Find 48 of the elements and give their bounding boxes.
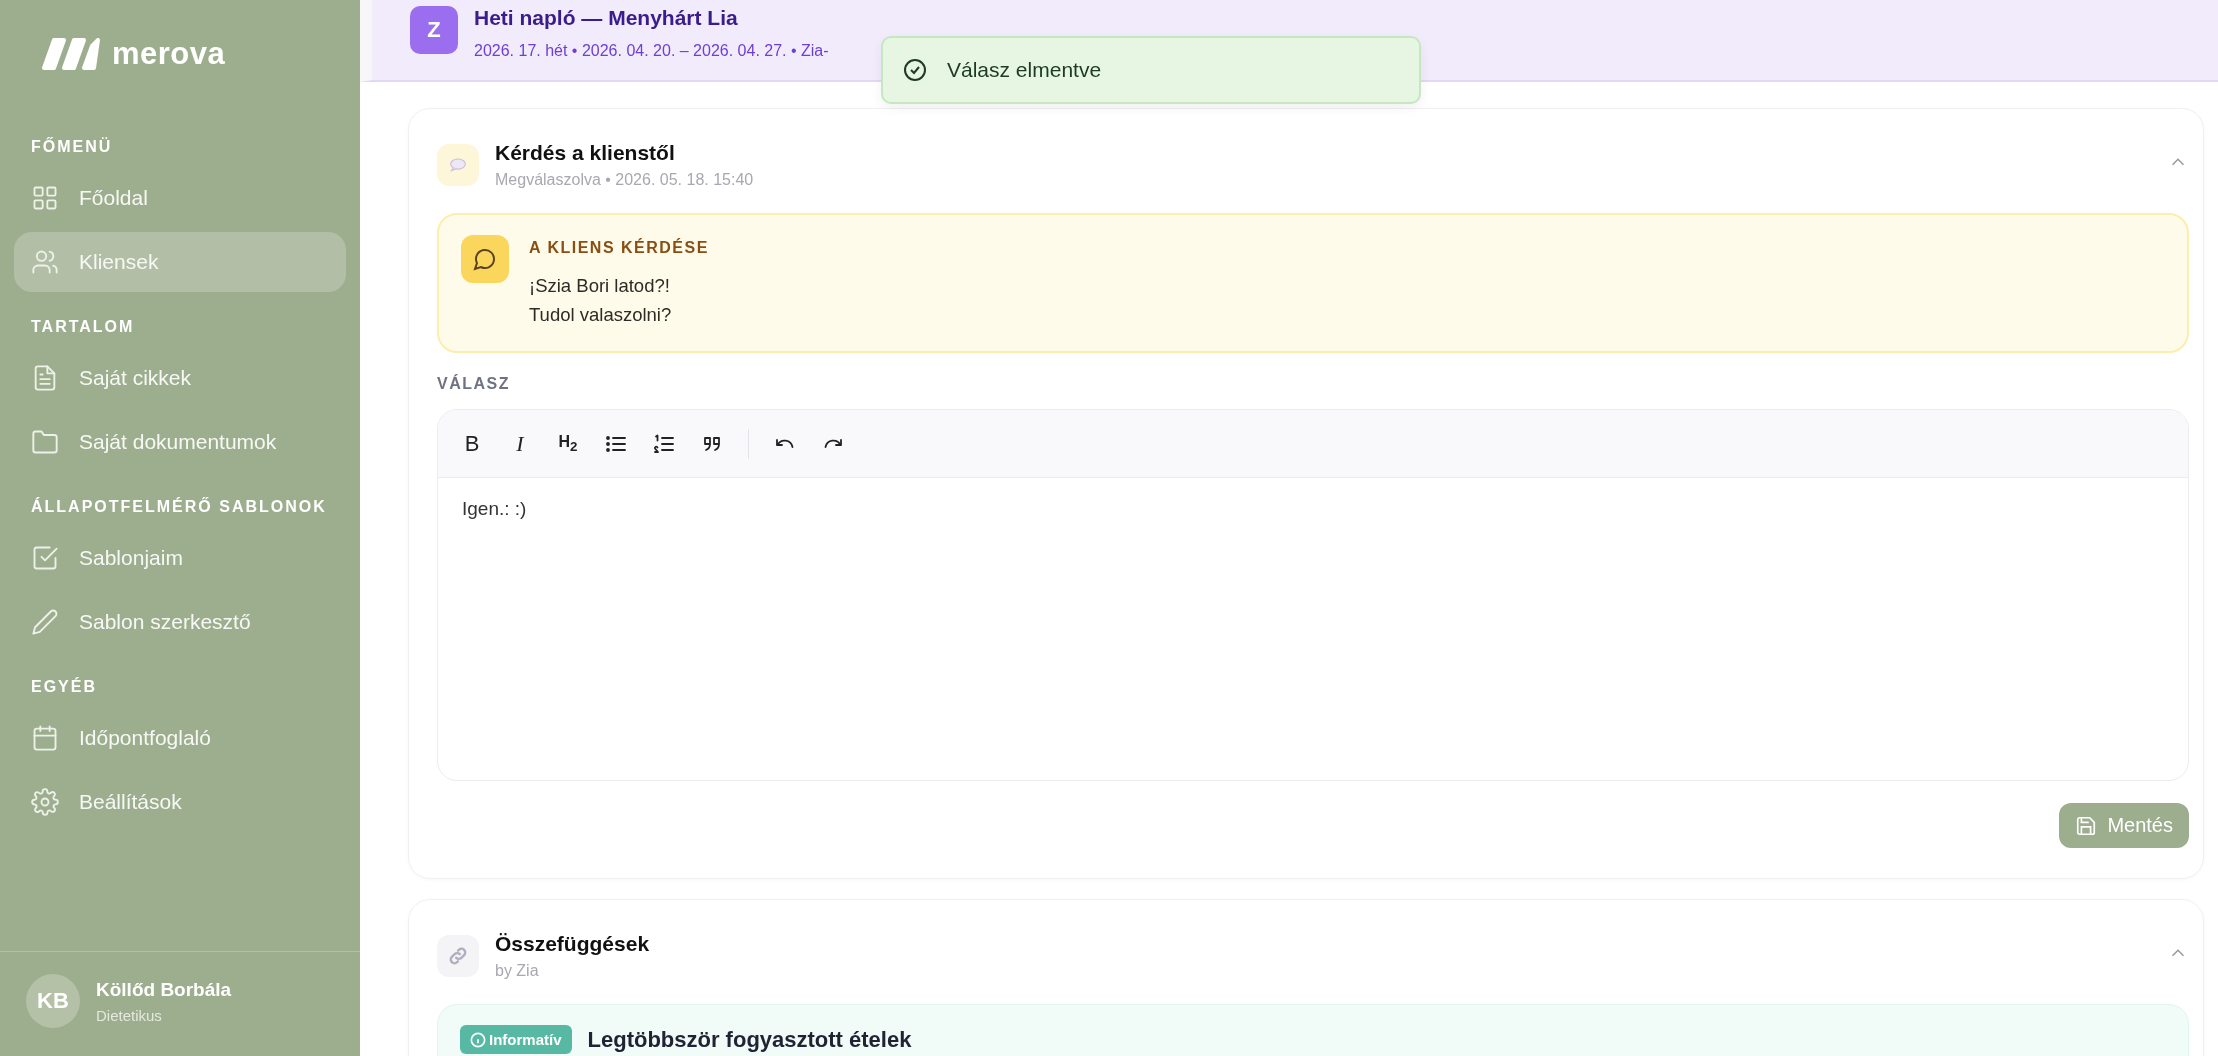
card-title: Összefüggések [495,932,651,956]
nav-item[interactable]: Saját cikkek [14,348,346,408]
folder-icon [31,428,59,456]
section-heading: TARTALOM [30,317,136,337]
question-text: Tudol valaszolni? [529,303,673,327]
answer-text: Igen.: :) [462,498,527,519]
user-role: Dietetikus [96,1006,163,1024]
section-heading: FŐMENÜ [30,136,114,157]
nav-item[interactable]: Időpontfoglaló [14,708,346,768]
nav-item[interactable]: Főoldal [14,168,346,228]
user-avatar: KB [26,974,80,1028]
section-heading: EGYÉB [30,676,98,697]
bold-button[interactable]: B [460,430,484,457]
settings-icon [31,788,59,816]
toast-message: Válasz elmentve [947,58,1102,82]
info-badge: Informatív [460,1025,572,1054]
nav-item[interactable]: Kliensek [14,232,346,292]
card-title: Kérdés a klienstől [495,141,676,165]
save-icon [2075,814,2098,837]
chat-icon [461,235,509,283]
heading-button[interactable]: H$_{2}$ [556,432,580,455]
checkbox-icon [31,544,59,572]
section-heading: ÁLLAPOTFELMÉRŐ SABLONOK [30,496,328,517]
question-text: ¡Szia Bori latod?! [529,274,671,298]
client-avatar: Z [410,6,458,54]
card-subtitle: Megválaszolva • 2026. 05. 18. 15:40 [495,171,755,189]
page-subtitle: 2026. 17. hét • 2026. 04. 20. – 2026. 04. 27. • Zia- [474,42,829,60]
check-circle-icon [903,58,927,82]
card-subtitle: by Zia [495,962,540,980]
nav-item[interactable]: Sablon szerkesztő [14,592,346,652]
insight-title: Legtöbbször fogyasztott ételek [587,1026,912,1053]
italic-button[interactable]: I [508,430,532,457]
nav-item[interactable]: Beállítások [14,772,346,832]
speech-bubble-icon [437,144,479,186]
users-icon [31,248,59,276]
page-title: Heti napló — Menyhárt Lia [474,6,739,30]
question-label: A KLIENS KÉRDÉSE [529,239,709,257]
rich-text-editor[interactable]: B I H$_{2}$ Igen.: :) [437,409,2189,781]
nav-item[interactable]: Saját dokumentumok [14,412,346,472]
nav-item[interactable]: Sablonjaim [14,528,346,588]
logo-text: merova [112,36,226,72]
answer-label: VÁLASZ [437,375,511,393]
grid-icon [31,184,59,212]
calendar-icon [31,724,59,752]
save-button[interactable]: Mentés [2059,803,2189,848]
link-icon [437,935,479,977]
user-name: Köllőd Borbála [96,978,232,1001]
pencil-icon [31,608,59,636]
